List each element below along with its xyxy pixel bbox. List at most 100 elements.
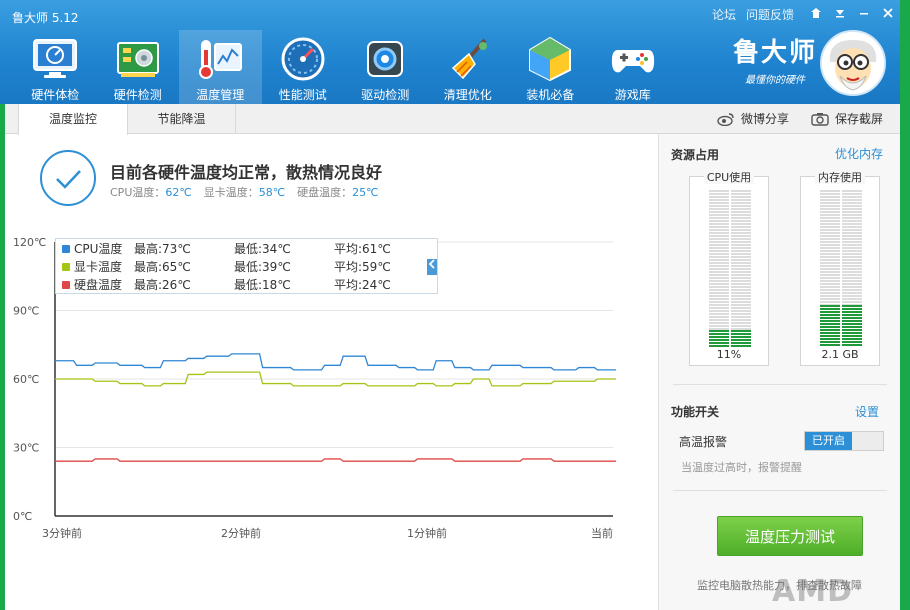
- tab-temperature-monitor[interactable]: 温度监控: [18, 104, 128, 135]
- chart-legend: CPU温度 最高:73℃ 最低:34℃ 平均:61℃ 显卡温度 最高:65℃ 最…: [55, 238, 438, 294]
- main-content: 温度监控 节能降温 微博分享 保存截屏 目前各硬件温度均正常，散热情况良好 CP…: [5, 104, 900, 610]
- high-temp-alarm-toggle[interactable]: 已开启: [804, 431, 884, 451]
- nav-label: 清理优化: [443, 88, 492, 102]
- function-switch-title: 功能开关: [671, 405, 720, 419]
- nav-performance-test[interactable]: 性能测试: [262, 30, 345, 104]
- brand-slogan: 最懂你的硬件: [745, 75, 805, 86]
- weibo-share-label: 微博分享: [741, 112, 790, 126]
- tab-energy-cooling[interactable]: 节能降温: [128, 104, 236, 134]
- divider: [673, 384, 887, 385]
- gear-chip-icon: [367, 41, 404, 77]
- nav-hardware-checkup[interactable]: 硬件体检: [14, 30, 97, 104]
- save-screenshot-label: 保存截屏: [835, 112, 884, 126]
- camera-icon: [811, 112, 829, 126]
- nav-label: 装机必备: [526, 88, 575, 102]
- y-tick-label: 30℃: [13, 442, 39, 455]
- close-icon[interactable]: [876, 7, 900, 23]
- series-line-CPU温度: [55, 353, 616, 371]
- skin-icon[interactable]: [804, 7, 828, 23]
- gpu-temp-readout: 显卡温度：58℃: [203, 186, 286, 199]
- avatar[interactable]: [820, 30, 886, 96]
- y-tick-label: 120℃: [13, 238, 46, 249]
- legend-min: 最低:18℃: [234, 278, 291, 292]
- nav-label: 硬件检测: [113, 88, 162, 102]
- legend-avg: 平均:59℃: [334, 260, 391, 274]
- settings-link[interactable]: 设置: [855, 403, 879, 420]
- x-tick-label: 2分钟前: [221, 526, 261, 540]
- menu-dropdown-icon[interactable]: [828, 7, 852, 23]
- nav-cleanup-optimize[interactable]: 清理优化: [427, 30, 510, 104]
- temperature-stress-test-button[interactable]: 温度压力测试: [717, 516, 863, 556]
- save-screenshot-button[interactable]: 保存截屏: [811, 110, 883, 127]
- tab-bar: 温度监控 节能降温 微博分享 保存截屏: [5, 104, 900, 135]
- high-temp-alarm-label: 高温报警: [679, 435, 728, 449]
- minimize-icon[interactable]: [852, 7, 876, 23]
- legend-max: 最高:26℃: [134, 278, 191, 292]
- nav-label: 驱动检测: [361, 88, 410, 102]
- cpu-usage-label: CPU使用: [703, 171, 755, 184]
- status-message: 目前各硬件温度均正常，散热情况良好: [110, 163, 383, 182]
- gamepad-icon: [611, 50, 654, 73]
- legend-swatch-gpu: [62, 263, 70, 271]
- app-title: 鲁大师 5.12: [12, 11, 79, 25]
- amd-watermark: AMD: [772, 574, 853, 609]
- memory-usage-fill: [820, 304, 840, 347]
- alarm-description: 当温度过高时，报警提醒: [681, 461, 802, 474]
- legend-collapse-button[interactable]: [427, 259, 437, 275]
- title-bar: 鲁大师 5.12 论坛 问题反馈 硬件体检 硬件检测 温度管理 性能测试 驱动检…: [0, 0, 900, 104]
- nav-game-library[interactable]: 游戏库: [592, 30, 675, 104]
- cpu-usage-fill: [709, 329, 729, 347]
- legend-name: 硬盘温度: [74, 278, 123, 292]
- legend-avg: 平均:24℃: [334, 278, 391, 292]
- legend-swatch-disk: [62, 281, 70, 289]
- speedometer-icon: [281, 37, 325, 81]
- legend-row-gpu: 显卡温度 最高:65℃ 最低:39℃ 平均:59℃: [56, 258, 437, 276]
- feedback-link[interactable]: 问题反馈: [746, 6, 794, 23]
- thermometer-icon: [199, 40, 243, 79]
- circuit-board-icon: [116, 42, 159, 77]
- nav-install-essentials[interactable]: 装机必备: [509, 30, 592, 104]
- legend-min: 最低:34℃: [234, 242, 291, 256]
- monitor-icon: [33, 39, 78, 78]
- nav-label: 温度管理: [196, 88, 245, 102]
- nav-hardware-detect[interactable]: 硬件检测: [97, 30, 180, 104]
- legend-name: 显卡温度: [74, 260, 123, 274]
- mascot-icon: [822, 32, 884, 94]
- weibo-icon: [717, 112, 734, 126]
- weibo-share-button[interactable]: 微博分享: [717, 110, 789, 127]
- forum-link[interactable]: 论坛: [712, 6, 736, 23]
- legend-swatch-cpu: [62, 245, 70, 253]
- nav-label: 性能测试: [278, 88, 327, 102]
- y-tick-label: 90℃: [13, 305, 39, 318]
- status-temps: CPU温度：62℃ 显卡温度：58℃ 硬盘温度：25℃: [110, 184, 378, 200]
- window-controls: 论坛 问题反馈: [712, 6, 900, 23]
- x-tick-label: 3分钟前: [42, 526, 82, 540]
- y-tick-label: 0℃: [13, 510, 32, 523]
- legend-name: CPU温度: [74, 242, 123, 256]
- side-panel: 资源占用 优化内存 CPU使用 11% 内存使用 2.1 GB 功能开关 设置 …: [658, 134, 900, 610]
- cpu-temp-readout: CPU温度：62℃: [110, 186, 192, 199]
- legend-row-cpu: CPU温度 最高:73℃ 最低:34℃ 平均:61℃: [56, 240, 437, 258]
- cpu-usage-fill: [731, 329, 751, 347]
- brand-name: 鲁大师: [733, 38, 818, 68]
- nav-temperature-management[interactable]: 温度管理: [179, 30, 262, 104]
- chevron-left-icon: [428, 259, 435, 269]
- legend-min: 最低:39℃: [234, 260, 291, 274]
- status-check-icon: [40, 150, 96, 206]
- broom-icon: [451, 38, 487, 80]
- x-tick-label: 1分钟前: [407, 526, 447, 540]
- brand: 鲁大师 最懂你的硬件: [733, 37, 817, 86]
- legend-max: 最高:73℃: [134, 242, 191, 256]
- x-tick-label: 当前: [591, 526, 613, 540]
- toggle-state: 已开启: [805, 432, 852, 450]
- nav-label: 硬件体检: [31, 88, 80, 102]
- memory-usage-fill: [842, 304, 862, 347]
- series-line-硬盘温度: [55, 458, 616, 462]
- nav-label: 游戏库: [614, 88, 651, 102]
- resource-title: 资源占用: [671, 148, 720, 162]
- y-tick-label: 60℃: [13, 373, 39, 386]
- optimize-memory-link[interactable]: 优化内存: [835, 145, 883, 162]
- legend-row-disk: 硬盘温度 最高:26℃ 最低:18℃ 平均:24℃: [56, 276, 437, 294]
- nav-driver-detect[interactable]: 驱动检测: [344, 30, 427, 104]
- memory-usage-value: 2.1 GB: [821, 348, 859, 361]
